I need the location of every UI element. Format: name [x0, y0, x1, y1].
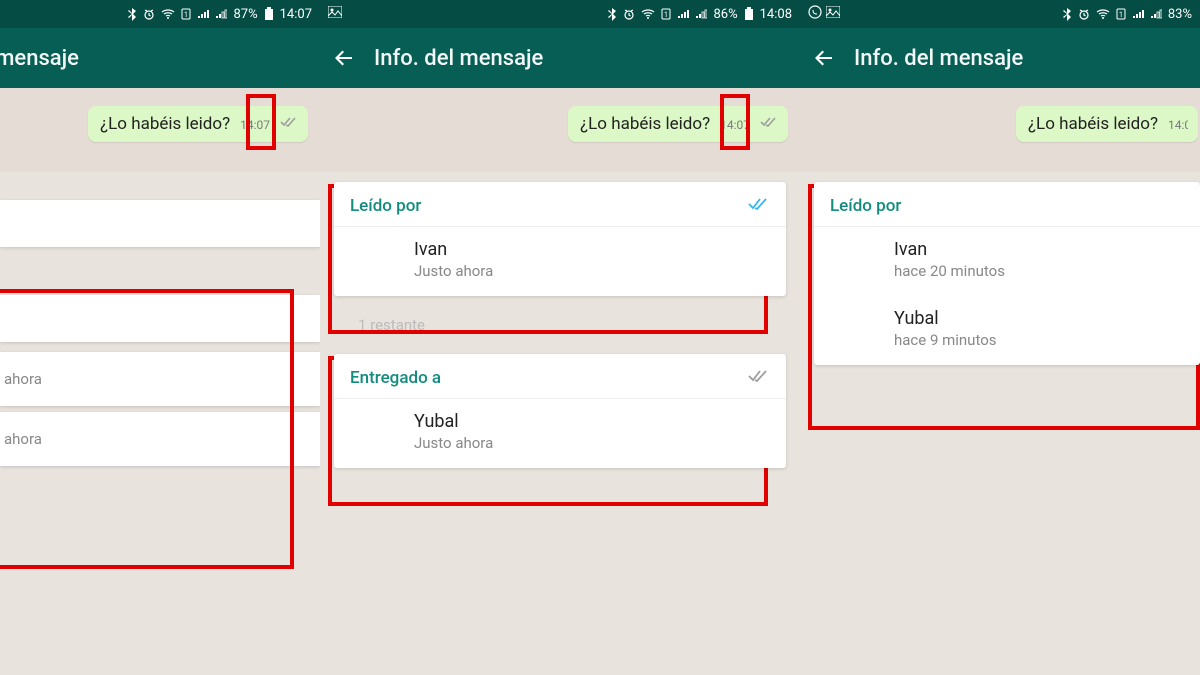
app-bar: Info. del mensaje — [320, 28, 800, 88]
entry-time: ahora — [0, 370, 320, 388]
status-bar: 1 87% 14:07 — [0, 0, 320, 28]
signal-icon — [197, 9, 209, 19]
section-label: Leído por — [350, 196, 421, 216]
chat-area: ¿Lo habéis leido? 14:07 — [800, 88, 1200, 172]
back-button[interactable] — [812, 46, 836, 70]
entry-time: Justo ahora — [414, 434, 768, 452]
message-bubble[interactable]: ¿Lo habéis leido? 14:07 — [1016, 106, 1198, 142]
double-check-icon — [280, 114, 298, 133]
double-check-grey-icon — [748, 368, 770, 388]
bluetooth-icon — [607, 7, 617, 21]
sim-icon: 1 — [661, 8, 671, 20]
contact-entry[interactable]: Yubal hace 9 minutos — [814, 296, 1200, 365]
read-by-card: Leído por Ivan Justo ahora — [334, 182, 786, 296]
status-bar: 1 86% 14:08 — [320, 0, 800, 28]
message-bubble[interactable]: ¿Lo habéis leido? 14:07 — [568, 106, 788, 142]
contact-entry[interactable]: Ivan Justo ahora — [334, 227, 786, 296]
card-fragment-entry: ahora — [0, 352, 320, 406]
contact-name: Ivan — [894, 239, 1182, 260]
message-time: 14:07 — [720, 118, 750, 132]
battery-percent: 86% — [713, 7, 737, 22]
alarm-icon — [623, 8, 635, 20]
card-header: Leído por — [814, 182, 1200, 227]
app-bar: Info. del mensaje — [800, 28, 1200, 88]
contact-entry[interactable]: Ivan hace 20 minutos — [814, 227, 1200, 296]
read-by-card: Leído por Ivan hace 20 minutos Yubal hac… — [814, 182, 1200, 365]
image-icon — [826, 6, 840, 22]
contact-entry[interactable]: Yubal Justo ahora — [334, 399, 786, 468]
signal2-icon — [695, 9, 707, 19]
wifi-icon — [1096, 9, 1110, 19]
alarm-icon — [1078, 8, 1090, 20]
card-fragment-header — [0, 200, 320, 247]
signal2-icon — [1150, 9, 1162, 19]
message-time: 14:07 — [1168, 118, 1188, 132]
section-label: Entregado a — [350, 368, 441, 388]
bluetooth-icon — [1062, 7, 1072, 21]
battery-icon — [744, 7, 754, 21]
page-title: Info. del mensaje — [854, 46, 1023, 71]
message-bubble[interactable]: ¿Lo habéis leido? 14:07 — [88, 106, 308, 142]
sim-icon: 1 — [1116, 8, 1126, 20]
bluetooth-icon — [127, 7, 137, 21]
double-check-blue-icon — [748, 196, 770, 216]
entry-time: hace 20 minutos — [894, 262, 1182, 280]
contact-name: Yubal — [414, 411, 768, 432]
whatsapp-icon — [808, 5, 822, 23]
card-fragment-header-2 — [0, 295, 320, 342]
back-button[interactable] — [332, 46, 356, 70]
message-text: ¿Lo habéis leido? — [580, 114, 710, 134]
contact-name: Yubal — [894, 308, 1182, 329]
alarm-icon — [143, 8, 155, 20]
message-text: ¿Lo habéis leido? — [1028, 114, 1158, 134]
wifi-icon — [161, 9, 175, 19]
chat-area: ¿Lo habéis leido? 14:07 — [0, 88, 320, 172]
entry-time: ahora — [0, 430, 320, 448]
clock-time: 14:08 — [760, 7, 792, 22]
screenshot-panel-1: 1 87% 14:07 del mensaje ¿Lo habéis leido… — [0, 0, 320, 675]
svg-text:1: 1 — [665, 11, 669, 19]
battery-icon — [264, 7, 274, 21]
page-title: del mensaje — [0, 46, 79, 71]
section-label: Leído por — [830, 196, 901, 216]
contact-name: Ivan — [414, 239, 768, 260]
signal-icon — [677, 9, 689, 19]
app-bar: del mensaje — [0, 28, 320, 88]
status-bar: 1 83% — [800, 0, 1200, 28]
signal2-icon — [215, 9, 227, 19]
battery-percent: 87% — [233, 7, 257, 22]
double-check-icon — [760, 114, 778, 133]
screenshot-panel-2: 1 86% 14:08 Info. del mensaje ¿Lo habéis… — [320, 0, 800, 675]
page-title: Info. del mensaje — [374, 46, 543, 71]
card-fragment-entry: ahora — [0, 412, 320, 466]
delivered-to-card: Entregado a Yubal Justo ahora — [334, 354, 786, 468]
sim-icon: 1 — [181, 8, 191, 20]
entry-time: Justo ahora — [414, 262, 768, 280]
wifi-icon — [641, 9, 655, 19]
screenshot-panel-3: 1 83% Info. del mensaje ¿Lo habéis leido… — [800, 0, 1200, 675]
message-time: 14:07 — [240, 118, 270, 132]
signal-icon — [1132, 9, 1144, 19]
image-icon — [328, 6, 342, 22]
message-text: ¿Lo habéis leido? — [100, 114, 230, 134]
chat-area: ¿Lo habéis leido? 14:07 — [320, 88, 800, 172]
remaining-text: 1 restante — [340, 306, 800, 344]
entry-time: hace 9 minutos — [894, 331, 1182, 349]
card-header: Entregado a — [334, 354, 786, 399]
svg-text:1: 1 — [185, 11, 189, 19]
card-header: Leído por — [334, 182, 786, 227]
battery-percent: 83% — [1168, 7, 1192, 22]
clock-time: 14:07 — [280, 7, 312, 22]
svg-text:1: 1 — [1119, 11, 1123, 19]
